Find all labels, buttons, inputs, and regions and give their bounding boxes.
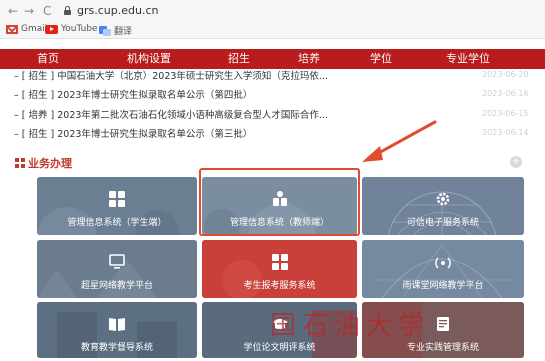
youtube-icon <box>45 24 58 34</box>
bookmark-translate[interactable]: 翻译 <box>99 24 132 37</box>
nav-home[interactable]: 首页 <box>37 52 59 66</box>
tile-label: 超星网络教学平台 <box>80 281 153 291</box>
bookmark-gmail[interactable]: Gmail <box>6 24 47 34</box>
tile-label: 教育教学督导系统 <box>80 343 153 353</box>
back-button[interactable]: ← <box>8 3 18 19</box>
section-title: 业务办理 <box>28 157 72 170</box>
bookmarks-bar: Gmail YouTube 翻译 <box>0 22 545 39</box>
gear-icon <box>436 192 450 206</box>
tile-rain-classroom[interactable]: 雨课堂网络教学平台 <box>362 240 524 298</box>
lock-icon <box>64 6 71 15</box>
book-icon <box>109 318 125 331</box>
nav-admissions[interactable]: 招生 <box>228 52 250 66</box>
tile-teaching-supervision[interactable]: 教育教学督导系统 <box>37 302 197 358</box>
news-item[interactable]: – [ 招生 ] 2023年博士研究生拟录取名单公示（第四批） <box>14 87 252 101</box>
grid-icon <box>271 254 288 270</box>
monitor-icon <box>109 254 125 269</box>
document-icon <box>437 317 449 331</box>
tile-chaoxing[interactable]: 超星网络教学平台 <box>37 240 197 298</box>
bookmark-label: YouTube <box>61 24 98 34</box>
translate-icon <box>99 25 111 36</box>
tile-student-mis[interactable]: 管理信息系统（学生端） <box>37 177 197 235</box>
news-item[interactable]: – [ 培养 ] 2023年第二批次石油石化领域小语种高级复合型人才国际合作..… <box>14 107 328 121</box>
tile-label: 可信电子服务系统 <box>406 218 479 228</box>
reload-button[interactable]: C <box>43 3 51 19</box>
news-date: 2023-06-15 <box>482 109 529 118</box>
site-nav: 首页 机构设置 招生 培养 学位 专业学位 <box>0 49 545 69</box>
tile-label: 雨课堂网络教学平台 <box>402 281 484 291</box>
gmail-icon <box>6 24 18 34</box>
nav-professional-degree[interactable]: 专业学位 <box>446 52 490 66</box>
nav-organization[interactable]: 机构设置 <box>127 52 171 66</box>
nav-degree[interactable]: 学位 <box>370 52 392 66</box>
campus-sign-text: 国石油大学 <box>270 311 431 341</box>
tile-label: 考生报考服务系统 <box>243 281 316 291</box>
annotation-highlight-box <box>199 168 360 236</box>
tile-label: 管理信息系统（学生端） <box>67 218 167 228</box>
grid-icon <box>109 191 125 207</box>
business-grid-icon <box>15 158 25 168</box>
browser-toolbar: ← → C grs.cup.edu.cn <box>0 0 545 22</box>
address-bar[interactable]: grs.cup.edu.cn <box>77 4 158 17</box>
more-button[interactable]: + <box>510 156 522 168</box>
nav-training[interactable]: 培养 <box>298 52 320 66</box>
broadcast-icon <box>435 257 451 269</box>
forward-button[interactable]: → <box>24 3 34 19</box>
news-date: 2023-06-14 <box>482 128 529 137</box>
news-date: 2023-06-16 <box>482 89 529 98</box>
news-item[interactable]: – [ 招生 ] 中国石油大学（北京）2023年硕士研究生入学须知（克拉玛依..… <box>14 68 328 82</box>
bookmark-label: Gmail <box>21 24 48 34</box>
tile-applicant-service[interactable]: 考生报考服务系统 <box>202 240 357 298</box>
bookmark-youtube[interactable]: YouTube <box>45 24 98 34</box>
tile-trusted-eservice[interactable]: 可信电子服务系统 <box>362 177 524 235</box>
bookmark-label: 翻译 <box>114 27 133 37</box>
news-item[interactable]: – [ 招生 ] 2023年博士研究生拟录取名单公示（第三批） <box>14 126 252 140</box>
news-date: 2023-06-20 <box>482 70 529 79</box>
